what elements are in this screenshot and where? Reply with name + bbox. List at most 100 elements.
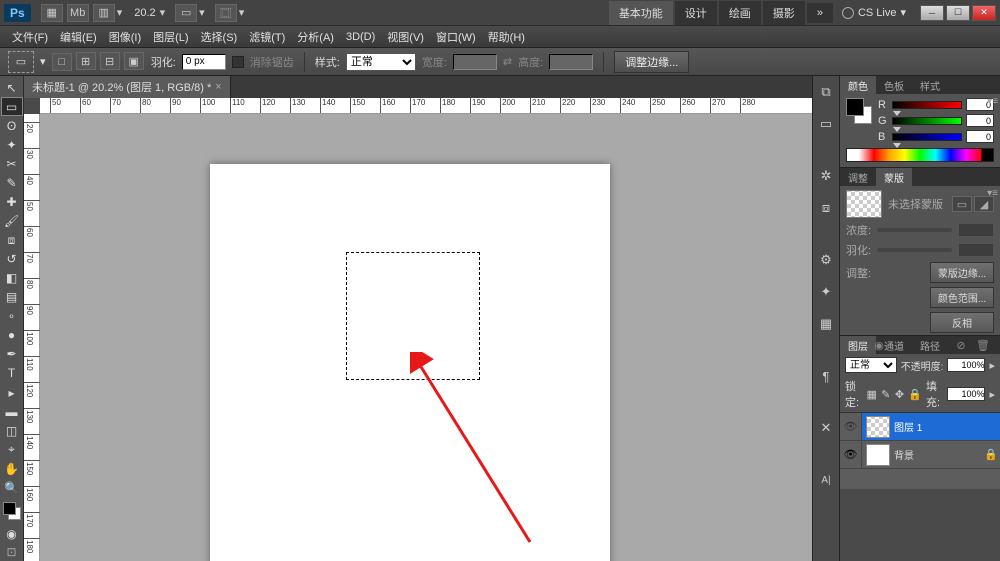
blend-mode-select[interactable]: 正常 [845, 357, 897, 373]
subtract-selection-icon[interactable]: ⊟ [100, 52, 120, 70]
chevron-down-icon[interactable]: ▾ [40, 55, 46, 68]
3d-camera-tool-icon[interactable]: ⌖ [1, 440, 23, 459]
maximize-button[interactable]: ☐ [946, 5, 970, 21]
type-tool-icon[interactable]: T [1, 364, 23, 383]
tab-swatches[interactable]: 色板 [876, 76, 912, 94]
menu-layer[interactable]: 图层(L) [147, 26, 194, 48]
brush-panel-icon[interactable]: ✲ [814, 164, 838, 188]
delete-mask-icon[interactable]: 🗑 [976, 339, 990, 352]
navigator-panel-icon[interactable]: ⚙ [814, 248, 838, 272]
chevron-down-icon[interactable]: ▾ [160, 6, 166, 19]
pixel-mask-icon[interactable]: ▭ [952, 196, 972, 212]
zoom-level[interactable]: 20.2 [134, 7, 155, 19]
crop-tool-icon[interactable]: ✂ [1, 154, 23, 173]
eraser-tool-icon[interactable]: ◧ [1, 269, 23, 288]
healing-tool-icon[interactable]: ✚ [1, 192, 23, 211]
workspace-essentials[interactable]: 基本功能 [609, 1, 673, 25]
cslive-button[interactable]: CS Live ▾ [842, 6, 906, 19]
r-slider[interactable] [892, 101, 962, 109]
ruler-vertical[interactable]: 2030405060708090100110120130140150160170… [24, 114, 40, 561]
close-button[interactable]: ✕ [972, 5, 996, 21]
ruler-horizontal[interactable]: 5060708090100110120130140150160170180190… [40, 98, 812, 114]
tab-masks[interactable]: 蒙版 [876, 168, 912, 186]
tab-color[interactable]: 颜色 [840, 76, 876, 94]
visibility-eye-icon[interactable]: 👁 [840, 441, 862, 468]
lock-transparent-icon[interactable]: ▦ [866, 387, 876, 401]
tab-styles[interactable]: 样式 [912, 76, 948, 94]
layer-row[interactable]: 👁 背景 🔒 [840, 441, 1000, 469]
invert-button[interactable]: 反相 [930, 312, 994, 333]
menu-image[interactable]: 图像(I) [103, 26, 147, 48]
visibility-eye-icon[interactable]: 👁 [840, 413, 862, 440]
lock-image-icon[interactable]: ✎ [881, 387, 891, 401]
style-select[interactable]: 正常 [346, 53, 416, 71]
chevron-down-icon[interactable]: ▾ [199, 6, 205, 19]
b-value-input[interactable] [966, 130, 994, 143]
character-panel-icon[interactable]: ¶ [814, 364, 838, 388]
screen-mode-icon[interactable]: ⊡ [1, 543, 23, 561]
chevron-down-icon[interactable]: ▾ [117, 6, 123, 19]
arrange-docs-icon[interactable]: ▥ [93, 4, 115, 22]
menu-select[interactable]: 选择(S) [195, 26, 244, 48]
chevron-icon[interactable]: ▸ [989, 359, 995, 372]
paragraph-panel-icon[interactable]: A| [814, 468, 838, 492]
eyedropper-tool-icon[interactable]: ✎ [1, 173, 23, 192]
info-panel-icon[interactable]: ✦ [814, 280, 838, 304]
history-brush-tool-icon[interactable]: ↺ [1, 250, 23, 269]
zoom-tool-icon[interactable]: 🔍 [1, 478, 23, 497]
workspace-photography[interactable]: 摄影 [763, 1, 805, 25]
close-tab-icon[interactable]: × [215, 81, 221, 93]
menu-view[interactable]: 视图(V) [381, 26, 430, 48]
layer-row[interactable]: 👁 图层 1 [840, 413, 1000, 441]
chevron-down-icon[interactable]: ▾ [239, 6, 245, 19]
new-selection-icon[interactable]: □ [52, 53, 72, 71]
workspace-painting[interactable]: 绘画 [719, 1, 761, 25]
apply-mask-icon[interactable]: ◉ [872, 339, 886, 352]
workspace-design[interactable]: 设计 [675, 1, 717, 25]
intersect-selection-icon[interactable]: ▣ [124, 52, 144, 70]
menu-window[interactable]: 窗口(W) [430, 26, 482, 48]
extras-icon[interactable]: ⿴ [215, 4, 237, 22]
actions-panel-icon[interactable]: ▭ [814, 112, 838, 136]
magic-wand-tool-icon[interactable]: ✦ [1, 135, 23, 154]
minimize-button[interactable]: ─ [920, 5, 944, 21]
lock-all-icon[interactable]: 🔒 [908, 387, 922, 401]
stamp-tool-icon[interactable]: ⧈ [1, 231, 23, 250]
spectrum-picker[interactable] [846, 148, 994, 162]
opacity-input[interactable] [947, 358, 985, 372]
refine-edge-button[interactable]: 调整边缘... [614, 51, 689, 73]
hand-tool-icon[interactable]: ▭ [175, 4, 197, 22]
shape-tool-icon[interactable]: ▬ [1, 402, 23, 421]
g-value-input[interactable] [966, 114, 994, 127]
feather-input[interactable] [182, 54, 226, 70]
lasso-tool-icon[interactable]: ʘ [1, 116, 23, 135]
quickmask-icon[interactable]: ◉ [1, 525, 23, 543]
move-tool-icon[interactable]: ↖ [1, 78, 23, 97]
menu-filter[interactable]: 滤镜(T) [243, 26, 291, 48]
layer-thumbnail[interactable] [866, 444, 890, 466]
current-tool-icon[interactable]: ▭ [8, 51, 34, 73]
document-tab[interactable]: 未标题-1 @ 20.2% (图层 1, RGB/8) * × [24, 76, 231, 98]
gradient-tool-icon[interactable]: ▤ [1, 288, 23, 307]
menu-3d[interactable]: 3D(D) [340, 28, 381, 46]
history-panel-icon[interactable]: ⧉ [814, 80, 838, 104]
3d-tool-icon[interactable]: ◫ [1, 421, 23, 440]
chevron-icon[interactable]: ▸ [989, 388, 995, 401]
menu-analysis[interactable]: 分析(A) [291, 26, 340, 48]
menu-help[interactable]: 帮助(H) [482, 26, 531, 48]
histogram-panel-icon[interactable]: ▦ [814, 312, 838, 336]
tab-adjustments[interactable]: 调整 [840, 168, 876, 186]
color-swatches[interactable] [1, 497, 23, 524]
layer-name[interactable]: 背景 [894, 447, 984, 462]
clonesource-panel-icon[interactable]: ⧈ [814, 196, 838, 220]
minibridge-icon[interactable]: Mb [67, 4, 89, 22]
bridge-icon[interactable]: ▦ [41, 4, 63, 22]
g-slider[interactable] [892, 117, 962, 125]
panel-menu-icon[interactable]: ▾≡ [987, 96, 998, 107]
hand-tool-icon[interactable]: ✋ [1, 459, 23, 478]
viewport[interactable] [40, 114, 812, 561]
dodge-tool-icon[interactable]: ● [1, 326, 23, 345]
mask-edge-button[interactable]: 蒙版边缘... [930, 262, 994, 283]
marquee-tool-icon[interactable]: ▭ [1, 97, 23, 116]
b-slider[interactable] [892, 133, 962, 141]
